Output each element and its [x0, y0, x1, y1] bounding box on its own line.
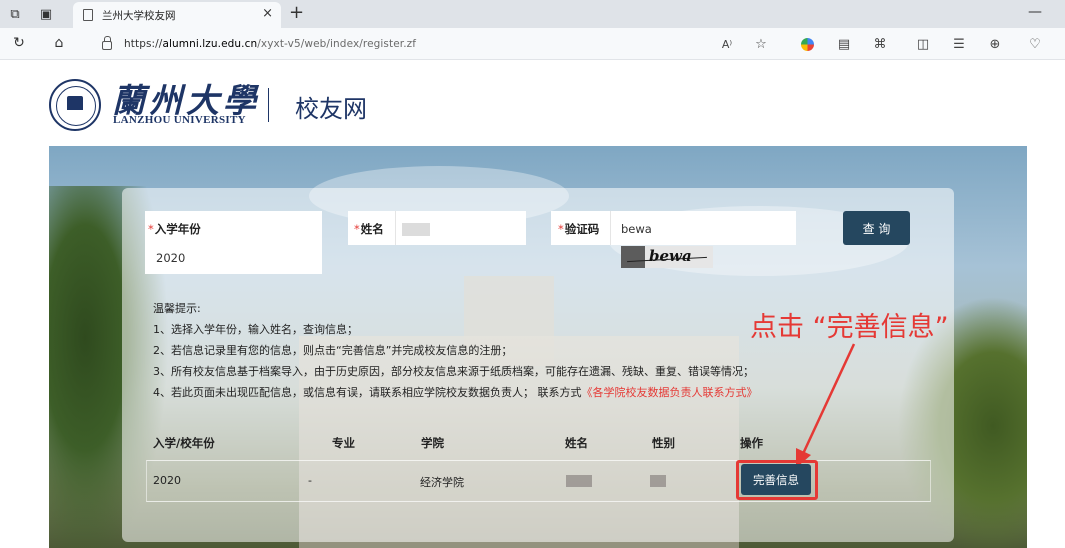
tips-block: 温馨提示: 1、选择入学年份，输入姓名，查询信息； 2、若信息记录里有您的信息，… [153, 298, 758, 403]
extensions-puzzle-icon[interactable]: ⌘ [872, 36, 888, 52]
tip-line-2: 2、若信息记录里有您的信息，则点击“完善信息”并完成校友信息的注册； [153, 344, 513, 357]
read-aloud-icon[interactable]: A⁾ [719, 36, 735, 52]
lock-icon[interactable] [102, 36, 112, 50]
split-screen-icon[interactable]: ◫ [915, 36, 931, 52]
tip-line-4: 4、若此页面未出现匹配信息，或信息有误，请联系相应学院校友数据负责人； 联系方式… [153, 386, 758, 399]
complete-info-highlight [736, 460, 818, 500]
university-name-en: LANZHOU UNIVERSITY [113, 114, 246, 126]
close-tab-icon[interactable]: × [262, 6, 273, 21]
captcha-input-value: bewa [621, 222, 652, 236]
header-divider [268, 88, 269, 122]
tips-heading: 温馨提示: [153, 302, 201, 315]
workspaces-icon[interactable]: ⧉ [6, 5, 24, 23]
redacted-gender-cell [650, 475, 666, 487]
col-header-action: 操作 [740, 436, 763, 450]
refresh-icon[interactable]: ↻ [10, 35, 28, 51]
address-bar[interactable]: https://alumni.lzu.edu.cn/xyxt-v5/web/in… [88, 31, 778, 57]
query-button[interactable]: 查 询 [843, 211, 910, 245]
new-tab-button[interactable]: + [289, 2, 304, 23]
redacted-name [402, 223, 430, 236]
col-header-major: 专业 [332, 436, 355, 450]
col-header-year: 入学/校年份 [153, 436, 215, 450]
col-header-name: 姓名 [565, 436, 588, 450]
contact-info-link[interactable]: 《各学院校友数据负责人联系方式》 [582, 386, 758, 399]
tip-line-3: 3、所有校友信息基于档案导入，由于历史原因，部分校友信息来源于纸质档案，可能存在… [153, 365, 754, 378]
url-text: https://alumni.lzu.edu.cn/xyxt-v5/web/in… [124, 38, 417, 50]
site-name: 校友网 [295, 95, 367, 123]
favorite-star-icon[interactable]: ☆ [753, 36, 769, 52]
col-header-college: 学院 [421, 436, 444, 450]
browser-tab-active[interactable]: 兰州大学校友网 × [73, 2, 281, 28]
collections-icon[interactable]: ⊕ [987, 36, 1003, 52]
extension-page-icon[interactable]: ▤ [836, 36, 852, 52]
enrollment-year-value: 2020 [156, 251, 186, 265]
tip-line-1: 1、选择入学年份，输入姓名，查询信息； [153, 323, 358, 336]
favorites-icon[interactable]: ☰ [951, 36, 967, 52]
university-seal-logo[interactable] [49, 79, 101, 131]
browser-tab-bar: ⧉ ▣ 兰州大学校友网 × + — [0, 0, 1065, 28]
tab-actions-icon[interactable]: ▣ [37, 5, 55, 23]
redacted-name-cell [566, 475, 592, 487]
col-header-gender: 性别 [652, 436, 675, 450]
cell-major: - [308, 474, 312, 487]
home-icon[interactable]: ⌂ [50, 35, 68, 51]
browser-toolbar: ↻ ⌂ https://alumni.lzu.edu.cn/xyxt-v5/we… [0, 28, 1065, 60]
tab-title: 兰州大学校友网 [102, 9, 176, 22]
cell-year: 2020 [153, 474, 181, 487]
captcha-image-text: bewa [649, 247, 692, 265]
name-label: *姓名 [354, 222, 384, 236]
captcha-image[interactable]: bewa [621, 246, 713, 268]
captcha-field-divider [610, 211, 611, 245]
captcha-label: *验证码 [558, 222, 600, 236]
page-icon [83, 9, 93, 21]
extension-circle-icon[interactable] [799, 36, 815, 52]
click-instruction-annotation: 点击 “完善信息” [750, 312, 949, 343]
table-header-row: 入学/校年份 专业 学院 姓名 性别 操作 [146, 426, 931, 458]
name-field-divider [395, 211, 396, 245]
cell-college: 经济学院 [420, 476, 464, 489]
enrollment-year-label: *入学年份 [148, 222, 201, 236]
minimize-window-button[interactable]: — [1028, 4, 1042, 20]
browser-essentials-icon[interactable]: ♡ [1027, 36, 1043, 52]
